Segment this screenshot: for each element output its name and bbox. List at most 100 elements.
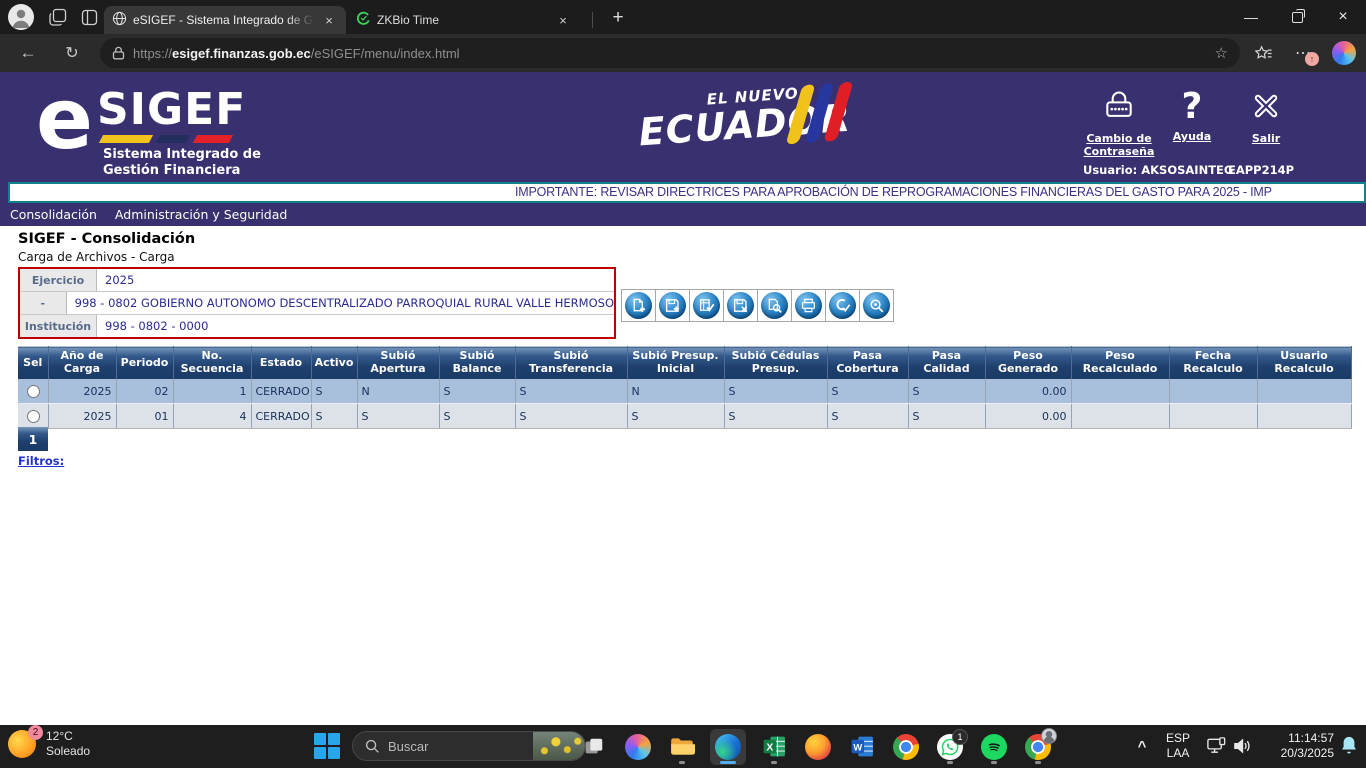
logout-label[interactable]: Salir [1236, 132, 1296, 145]
language-indicator[interactable]: ESP LAA [1166, 731, 1190, 761]
view-record-button[interactable] [757, 289, 792, 322]
window-close-button[interactable]: × [1320, 0, 1366, 34]
file-explorer-icon[interactable] [666, 731, 698, 763]
filters-link[interactable]: Filtros: [18, 454, 64, 468]
logo-subtitle-2: Gestión Financiera [103, 163, 261, 179]
cell-balance: S [439, 379, 515, 404]
col-peso-generado: Peso Generado [985, 347, 1071, 380]
window-minimize-button[interactable]: — [1228, 0, 1274, 34]
col-estado: Estado [251, 347, 311, 380]
firefox-icon[interactable] [802, 731, 834, 763]
cell-anio: 2025 [48, 379, 116, 404]
cell-peso: 0.00 [985, 379, 1071, 404]
col-subio-balance: Subió Balance [439, 347, 515, 380]
page-title: SIGEF - Consolidación [18, 231, 195, 247]
search-placeholder: Buscar [388, 739, 533, 754]
consolidate-record-button[interactable] [825, 289, 860, 322]
tab-title: ZKBio Time [377, 13, 548, 27]
institucion-value: 998 - 0802 - 0000 [97, 315, 614, 337]
close-tab-icon[interactable]: × [320, 11, 338, 29]
favorites-icon[interactable] [1248, 40, 1278, 66]
window-restore-button[interactable] [1274, 0, 1320, 34]
tab-divider [592, 12, 593, 28]
copilot-icon[interactable] [1332, 41, 1356, 65]
col-subio-presup-inicial: Subió Presup. Inicial [627, 347, 724, 380]
print-record-button[interactable] [791, 289, 826, 322]
globe-favicon [112, 11, 127, 29]
notifications-bell-icon[interactable] [1340, 735, 1358, 760]
browser-profile-avatar[interactable] [8, 4, 34, 30]
validate-record-button[interactable] [689, 289, 724, 322]
cell-estado: CERRADO [251, 404, 311, 429]
word-icon[interactable]: W [846, 731, 878, 763]
col-anio: Año de Carga [48, 347, 116, 380]
col-secuencia: No. Secuencia [173, 347, 251, 380]
windows-taskbar: 2 12°C Soleado Buscar X W [0, 725, 1366, 768]
tab-zkbio[interactable]: ZKBio Time × [348, 6, 580, 34]
refresh-button[interactable]: ↻ [58, 40, 86, 66]
app-menu-bar: Consolidación Administración y Seguridad [0, 203, 1366, 226]
address-bar[interactable]: https://esigef.finanzas.gob.ec/eSIGEF/me… [100, 38, 1240, 68]
lang-line2: LAA [1166, 746, 1190, 761]
row-select-radio[interactable] [27, 385, 40, 398]
favorite-star-icon[interactable]: ☆ [1215, 44, 1228, 62]
row-select-radio[interactable] [27, 410, 40, 423]
col-peso-recalculado: Peso Recalculado [1071, 347, 1169, 380]
context-form: Ejercicio 2025 - 998 - 0802 GOBIERNO AUT… [18, 267, 616, 339]
logout-action[interactable]: Salir [1236, 88, 1296, 145]
help-label[interactable]: Ayuda [1163, 130, 1221, 143]
spotify-icon[interactable] [978, 731, 1010, 763]
menu-consolidacion[interactable]: Consolidación [10, 207, 97, 222]
cell-calidad: S [908, 404, 985, 429]
chrome-profile-icon[interactable] [1022, 731, 1054, 763]
cell-periodo: 01 [116, 404, 173, 429]
workspaces-icon[interactable] [46, 4, 70, 30]
back-button[interactable]: ← [14, 40, 42, 66]
chrome-icon[interactable] [890, 731, 922, 763]
col-pasa-calidad: Pasa Calidad [908, 347, 985, 380]
new-tab-button[interactable]: + [604, 5, 632, 31]
tab-esigef[interactable]: eSIGEF - Sistema Integrado de Ge × [104, 6, 346, 34]
weather-widget[interactable]: 2 12°C Soleado [8, 729, 90, 759]
search-record-button[interactable] [859, 289, 894, 322]
cell-peso: 0.00 [985, 404, 1071, 429]
cell-transferencia: S [515, 404, 627, 429]
tab-actions-icon[interactable] [78, 4, 100, 30]
svg-text:X: X [766, 743, 773, 754]
start-button[interactable] [314, 733, 341, 760]
cell-anio: 2025 [48, 404, 116, 429]
save-record-button[interactable] [655, 289, 690, 322]
close-tab-icon[interactable]: × [554, 11, 572, 29]
cell-fecha-recalc [1169, 404, 1257, 429]
tray-clock[interactable]: 11:14:57 20/3/2025 [1258, 731, 1334, 761]
excel-icon[interactable]: X [758, 731, 790, 763]
change-password-label[interactable]: Cambio de Contraseña [1079, 132, 1159, 158]
esigef-header: e SIGEF Sistema Integrado de Gestión Fin… [0, 72, 1366, 182]
taskbar-search[interactable]: Buscar [352, 731, 586, 761]
clock-time: 11:14:57 [1258, 731, 1334, 746]
edge-taskbar-icon[interactable] [710, 729, 746, 765]
volume-icon[interactable] [1232, 736, 1253, 761]
delete-record-button[interactable] [723, 289, 758, 322]
copilot-taskbar-icon[interactable] [622, 731, 654, 763]
cell-periodo: 02 [116, 379, 173, 404]
col-activo: Activo [311, 347, 357, 380]
create-record-button[interactable] [621, 289, 656, 322]
marquee-text: IMPORTANTE: REVISAR DIRECTRICES PARA APR… [10, 184, 1364, 201]
search-icon [365, 739, 380, 754]
col-fecha-recalculo: Fecha Recalculo [1169, 347, 1257, 380]
network-icon[interactable] [1206, 736, 1227, 761]
task-view-button[interactable] [578, 731, 610, 763]
whatsapp-icon[interactable]: 1 [934, 731, 966, 763]
url-path: /eSIGEF/menu/index.html [311, 46, 460, 61]
help-action[interactable]: ? Ayuda [1163, 88, 1221, 143]
col-subio-transferencia: Subió Transferencia [515, 347, 627, 380]
menu-administracion[interactable]: Administración y Seguridad [115, 207, 287, 222]
cell-presup-inicial: S [627, 404, 724, 429]
password-lock-icon [1079, 88, 1159, 128]
col-sel: Sel [18, 347, 48, 380]
tray-chevron-icon[interactable]: ^ [1132, 733, 1152, 759]
weather-temp: 12°C [46, 729, 90, 744]
change-password-action[interactable]: Cambio de Contraseña [1079, 88, 1159, 158]
page-number-button[interactable]: 1 [18, 427, 48, 451]
